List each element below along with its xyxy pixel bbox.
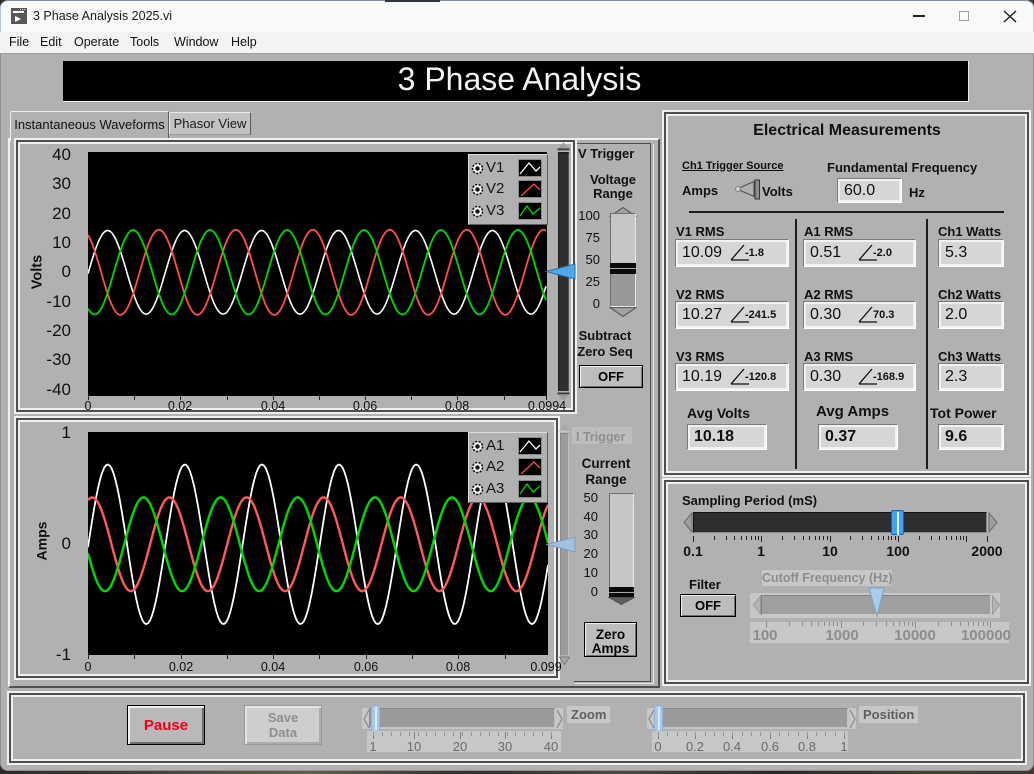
svg-text:-168.9: -168.9 (873, 371, 904, 383)
svg-text:-1.8: -1.8 (745, 247, 764, 259)
svg-text:-2.0: -2.0 (873, 247, 892, 259)
svg-text:70.3: 70.3 (873, 309, 894, 321)
svg-text:-120.8: -120.8 (745, 371, 776, 383)
svg-text:-241.5: -241.5 (745, 309, 776, 321)
